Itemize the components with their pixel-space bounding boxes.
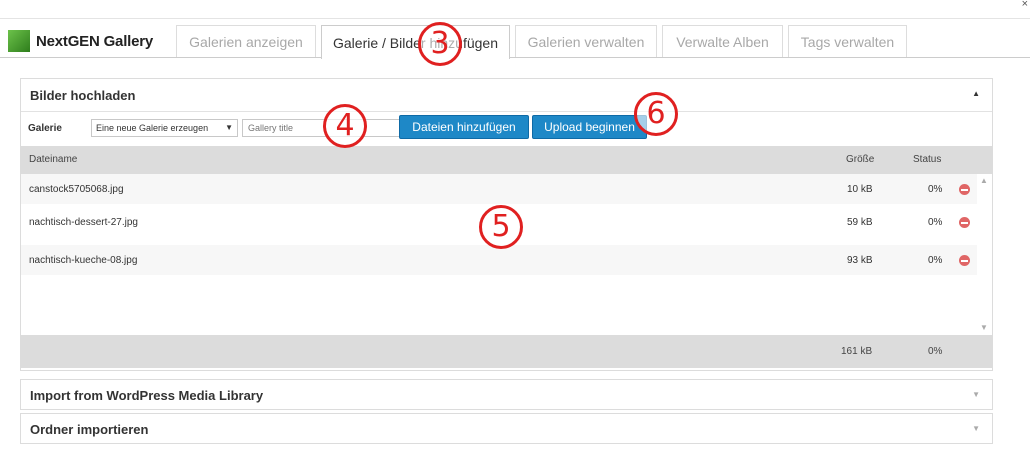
file-row: canstock5705068.jpg 10 kB 0% (21, 174, 977, 204)
total-size: 161 kB (841, 346, 873, 357)
brand-logo: NextGEN Gallery (8, 30, 153, 52)
upload-panel-header[interactable]: Bilder hochladen ▲ (21, 79, 992, 111)
annotation-5: 5 (479, 205, 523, 249)
tab-galerien-verwalten[interactable]: Galerien verwalten (515, 25, 657, 57)
tabs-divider (0, 57, 1030, 58)
file-list: canstock5705068.jpg 10 kB 0% nachtisch-d… (21, 174, 992, 335)
import-folder-panel[interactable]: Ordner importieren ▼ (20, 413, 993, 444)
file-status: 0% (928, 184, 943, 195)
file-name: canstock5705068.jpg (29, 184, 124, 195)
gallery-label: Galerie (28, 123, 62, 134)
file-size: 10 kB (847, 184, 873, 195)
expand-down-icon[interactable]: ▼ (972, 390, 980, 399)
import-media-library-title: Import from WordPress Media Library (30, 388, 264, 403)
column-filename: Dateiname (29, 154, 78, 165)
import-folder-title: Ordner importieren (30, 422, 149, 437)
annotation-3: 3 (418, 22, 462, 66)
tab-galerien-anzeigen[interactable]: Galerien anzeigen (176, 25, 316, 57)
file-table-header: Dateiname Größe Status (21, 146, 992, 174)
file-row: nachtisch-kueche-08.jpg 93 kB 0% (21, 245, 977, 275)
file-list-scrollbar[interactable]: ▲ ▼ (977, 174, 992, 335)
expand-down-icon[interactable]: ▼ (972, 424, 980, 433)
tab-verwalte-alben[interactable]: Verwalte Alben (662, 25, 783, 57)
file-size: 93 kB (847, 255, 873, 266)
scroll-down-icon[interactable]: ▼ (980, 323, 988, 332)
close-icon[interactable]: × (1022, 0, 1028, 10)
file-name: nachtisch-dessert-27.jpg (29, 217, 138, 228)
start-upload-button[interactable]: Upload beginnen (532, 115, 647, 139)
scroll-up-icon[interactable]: ▲ (980, 176, 988, 185)
top-strip: × (0, 0, 1030, 19)
chevron-down-icon: ▼ (225, 123, 233, 132)
logo-mark-icon (8, 30, 30, 52)
annotation-4: 4 (323, 104, 367, 148)
brand-name: NextGEN Gallery (36, 32, 154, 50)
file-size: 59 kB (847, 217, 873, 228)
upload-controls: Galerie Eine neue Galerie erzeugen ▼ Dat… (21, 111, 992, 146)
gallery-select-value: Eine neue Galerie erzeugen (96, 123, 209, 133)
file-name: nachtisch-kueche-08.jpg (29, 255, 138, 266)
tab-galerie-bilder-hinzufuegen[interactable]: Galerie / Bilder hinzufügen (321, 25, 510, 59)
remove-file-icon[interactable] (959, 217, 970, 228)
file-status: 0% (928, 217, 943, 228)
remove-file-icon[interactable] (959, 255, 970, 266)
collapse-up-icon[interactable]: ▲ (972, 89, 980, 98)
upload-panel-title: Bilder hochladen (30, 87, 136, 103)
remove-file-icon[interactable] (959, 184, 970, 195)
total-status: 0% (928, 346, 943, 357)
column-size: Größe (846, 154, 875, 165)
tab-tags-verwalten[interactable]: Tags verwalten (788, 25, 907, 57)
file-table-footer: 161 kB 0% (21, 335, 992, 368)
add-files-button[interactable]: Dateien hinzufügen (399, 115, 529, 139)
file-status: 0% (928, 255, 943, 266)
column-status: Status (913, 154, 942, 165)
import-media-library-panel[interactable]: Import from WordPress Media Library ▼ (20, 379, 993, 410)
annotation-6: 6 (634, 92, 678, 136)
gallery-select[interactable]: Eine neue Galerie erzeugen ▼ (91, 119, 238, 137)
